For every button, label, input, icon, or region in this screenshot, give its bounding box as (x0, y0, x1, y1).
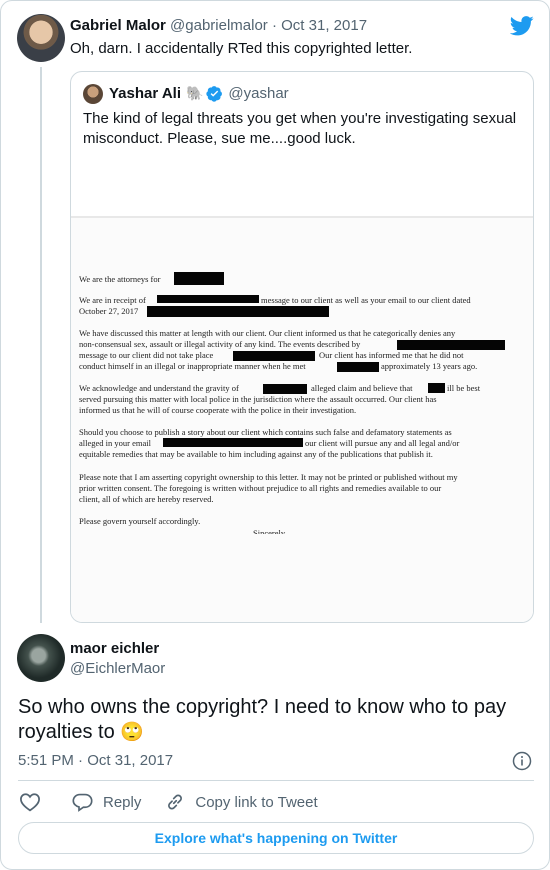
reply-timestamp[interactable]: 5:51 PM · Oct 31, 2017 (18, 752, 173, 769)
gabriel-malor-avatar[interactable] (17, 14, 65, 62)
letter-line: message to our client as well as your em… (261, 295, 471, 305)
reply-icon (72, 793, 93, 812)
reply-button[interactable]: Reply (72, 792, 141, 812)
dot-separator: · (78, 752, 84, 769)
explore-twitter-button[interactable]: Explore what's happening on Twitter (18, 822, 534, 854)
heart-icon[interactable] (19, 792, 41, 812)
author-handle[interactable]: @gabrielmalor (170, 17, 268, 34)
reply-author-handle[interactable]: @EichlerMaor (70, 660, 165, 677)
letter-line: equitable remedies that may be available… (79, 449, 433, 459)
letter-line: prior written consent. The foregoing is … (79, 483, 442, 493)
tweet-header: Gabriel Malor @gabrielmalor · Oct 31, 20… (70, 17, 367, 34)
letter-line: client, all of which are hereby reserved… (79, 494, 214, 504)
thread-connector-line (40, 67, 42, 623)
letter-line: ill be best (447, 383, 481, 393)
redaction-bar (157, 295, 259, 303)
letter-line: Should you choose to publish a story abo… (79, 427, 452, 437)
elephant-emoji: 🐘 (185, 85, 204, 101)
quoted-tweet-header: Yashar Ali 🐘 @yashar (109, 85, 289, 102)
letter-line: served pursuing this matter with local p… (79, 394, 437, 404)
tweet-actions: Reply Copy link to Tweet (19, 791, 318, 813)
info-icon[interactable] (512, 751, 532, 771)
eye-roll-emoji: 🙄 (120, 722, 144, 743)
tweet-date[interactable]: Oct 31, 2017 (281, 17, 367, 34)
letter-line: Sincerely, (253, 528, 287, 534)
attached-letter-image[interactable]: We are the attorneys for We are in recei… (71, 216, 533, 622)
letter-line: approximately 13 years ago. (381, 361, 478, 371)
yashar-ali-avatar[interactable] (83, 84, 103, 104)
reply-date: Oct 31, 2017 (87, 752, 174, 769)
letter-line: We have discussed this matter at length … (79, 328, 456, 338)
dot-separator: · (271, 17, 277, 34)
quoted-tweet-text: The kind of legal threats you get when y… (83, 110, 517, 147)
letter-line: We are the attorneys for (79, 274, 161, 284)
embedded-tweet-card: Gabriel Malor @gabrielmalor · Oct 31, 20… (0, 0, 550, 870)
author-name[interactable]: Gabriel Malor (70, 17, 166, 34)
redaction-bar (174, 272, 224, 285)
letter-line: Please note that I am asserting copyrigh… (79, 472, 458, 482)
letter-line: alleged claim and believe that (311, 383, 413, 393)
quoted-tweet[interactable]: Yashar Ali 🐘 @yashar The kind of legal t… (70, 71, 534, 623)
quoted-author-handle[interactable]: @yashar (228, 85, 288, 102)
copy-link-label: Copy link to Tweet (195, 793, 318, 811)
redaction-bar (428, 383, 445, 393)
letter-line: informed us that he will of course coope… (79, 405, 357, 415)
link-icon (168, 794, 183, 810)
reply-label: Reply (103, 793, 142, 811)
tweet-text: Oh, darn. I accidentally RTed this copyr… (70, 40, 413, 57)
redaction-bar (337, 362, 379, 372)
divider (18, 780, 534, 781)
reply-time: 5:51 PM (18, 752, 74, 769)
copy-link-button[interactable]: Copy link to Tweet (165, 792, 318, 812)
quoted-author-name[interactable]: Yashar Ali (109, 85, 181, 102)
reply-text: So who owns the copyright? I need to kno… (18, 695, 534, 745)
twitter-bird-icon[interactable] (510, 16, 534, 36)
letter-line: Our client has informed me that he did n… (319, 350, 464, 360)
redaction-bar (163, 438, 303, 447)
redaction-bar (233, 351, 315, 361)
reply-text-body: So who owns the copyright? I need to kno… (18, 696, 507, 743)
reply-author-name[interactable]: maor eichler (70, 640, 159, 657)
redaction-bar (147, 306, 329, 317)
redaction-bar (263, 384, 307, 394)
verified-badge-icon (206, 86, 223, 102)
redaction-bar (397, 340, 505, 350)
letter-line: our client will pursue any and all legal… (305, 438, 460, 448)
letter-line: Please govern yourself accordingly. (79, 516, 201, 526)
maor-eichler-avatar[interactable] (17, 634, 65, 682)
